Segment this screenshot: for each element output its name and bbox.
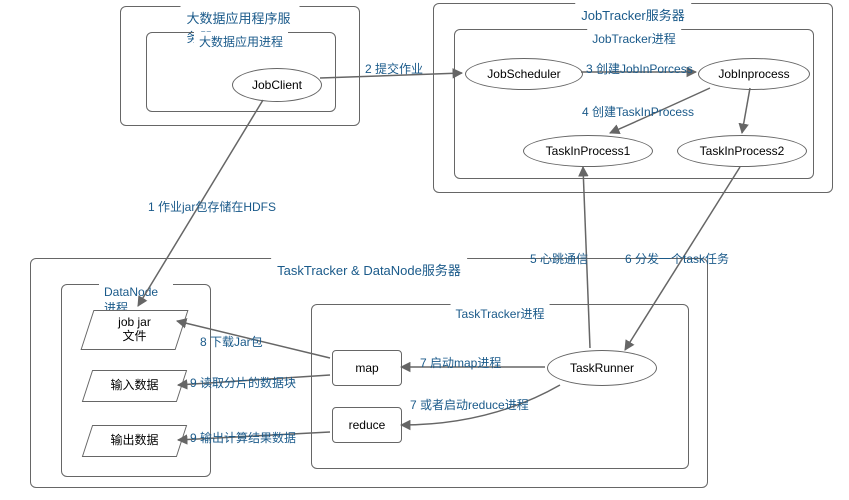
taskinprocess1-node: TaskInProcess1 (523, 135, 653, 167)
edge-2-label: 2 提交作业 (365, 60, 423, 77)
jobtracker-server-title: JobTracker服务器 (575, 3, 691, 26)
jobscheduler-label: JobScheduler (487, 67, 560, 81)
edge-3-label: 3 创建JobInPorcess (586, 60, 693, 77)
jobinprocess-node: JobInprocess (698, 58, 810, 90)
edge-5-label: 5 心跳通信 (530, 250, 588, 267)
edge-1-label: 1 作业jar包存储在HDFS (148, 198, 276, 215)
edge-9a-label: 9 读取分片的数据块 (190, 374, 296, 391)
jobtracker-proc-title: JobTracker进程 (587, 29, 681, 48)
outputdata-label: 输出数据 (110, 434, 158, 448)
inputdata-label: 输入数据 (110, 379, 158, 393)
taskinprocess1-label: TaskInProcess1 (546, 144, 631, 158)
app-proc-title: 大数据应用进程 (194, 32, 288, 51)
reduce-label: reduce (349, 418, 386, 432)
jobclient-label: JobClient (252, 78, 302, 92)
jobclient-node: JobClient (232, 68, 322, 102)
jobtracker-server-box: JobTracker服务器 JobTracker进程 JobScheduler … (433, 3, 833, 193)
edge-7a-label: 7 启动map进程 (420, 354, 501, 371)
jobinprocess-label: JobInprocess (718, 67, 789, 81)
tasktracker-proc-box: TaskTracker进程 map reduce TaskRunner (311, 304, 689, 469)
edge-9b-label: 9 输出计算结果数据 (190, 429, 296, 446)
tasktracker-server-box: TaskTracker & DataNode服务器 DataNode进程 job… (30, 258, 708, 488)
jobscheduler-node: JobScheduler (465, 58, 583, 90)
taskinprocess2-label: TaskInProcess2 (700, 144, 785, 158)
tasktracker-server-title: TaskTracker & DataNode服务器 (271, 258, 467, 281)
app-server-box: 大数据应用程序服务器 大数据应用进程 JobClient (120, 6, 360, 126)
map-label: map (355, 361, 378, 375)
edge-7b-label: 7 或者启动reduce进程 (410, 396, 529, 413)
inputdata-node: 输入数据 (87, 370, 182, 402)
reduce-node: reduce (332, 407, 402, 443)
edge-4-label: 4 创建TaskInProcess (582, 103, 694, 120)
map-node: map (332, 350, 402, 386)
jobjar-label: job jar 文件 (118, 316, 151, 344)
taskinprocess2-node: TaskInProcess2 (677, 135, 807, 167)
taskrunner-node: TaskRunner (547, 350, 657, 386)
taskrunner-label: TaskRunner (570, 361, 634, 375)
edge-8-label: 8 下载Jar包 (200, 333, 263, 350)
edge-6-label: 6 分发一个task任务 (625, 250, 729, 267)
tasktracker-proc-title: TaskTracker进程 (451, 304, 550, 323)
app-proc-box: 大数据应用进程 JobClient (146, 32, 336, 112)
jobjar-node: job jar 文件 (87, 310, 182, 350)
outputdata-node: 输出数据 (87, 425, 182, 457)
datanode-proc-box: DataNode进程 job jar 文件 输入数据 输出数据 (61, 284, 211, 477)
